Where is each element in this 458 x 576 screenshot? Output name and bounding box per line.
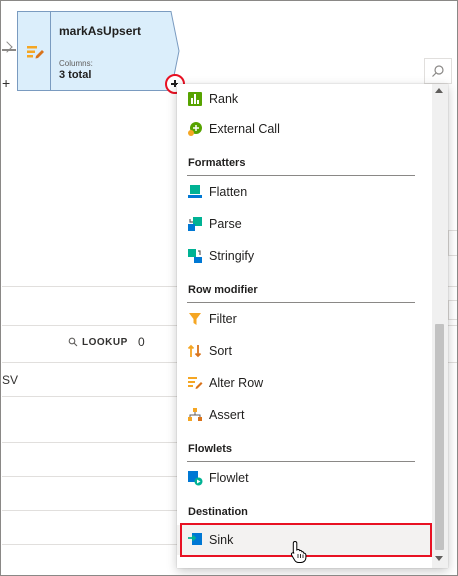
sort-icon xyxy=(187,344,202,358)
menu-item-assert[interactable]: Assert xyxy=(177,400,431,430)
menu-item-label: Sort xyxy=(209,344,232,358)
menu-item-filter[interactable]: Filter xyxy=(177,304,431,334)
add-transformation-menu: Rank External Call Formatters Flatten Pa… xyxy=(177,84,448,568)
menu-item-label: Rank xyxy=(209,92,239,106)
filter-icon xyxy=(189,313,201,325)
section-divider xyxy=(187,461,415,462)
node-columns-value: 3 total xyxy=(59,69,92,81)
menu-item-label: Flatten xyxy=(209,185,248,199)
node-title: markAsUpsert xyxy=(59,24,142,38)
table-row xyxy=(2,545,182,575)
scrollbar-thumb[interactable] xyxy=(435,324,444,550)
table-cell: SV xyxy=(2,373,19,387)
assert-icon xyxy=(188,408,202,421)
canvas-search-button[interactable] xyxy=(424,58,452,84)
menu-item-label: Stringify xyxy=(209,249,255,263)
stringify-icon xyxy=(188,249,202,263)
lookup-column-header[interactable]: LOOKUP xyxy=(68,337,128,348)
flatten-icon xyxy=(188,185,202,198)
hand-cursor-icon xyxy=(290,540,307,563)
section-flowlets: Flowlets xyxy=(188,443,233,455)
lookup-count: 0 xyxy=(138,335,145,349)
transformation-node-icon-box[interactable] xyxy=(17,11,50,91)
menu-item-alter-row[interactable]: Alter Row xyxy=(177,368,431,398)
scroll-up-arrow-icon[interactable] xyxy=(435,88,443,93)
table-row xyxy=(2,409,182,443)
menu-item-flowlet[interactable]: Flowlet xyxy=(177,463,431,493)
previous-add-icon[interactable]: + xyxy=(2,76,10,90)
menu-item-label: Parse xyxy=(209,217,242,231)
scroll-down-arrow-icon[interactable] xyxy=(435,556,443,561)
lookup-label: LOOKUP xyxy=(82,337,128,348)
transformation-node[interactable]: markAsUpsert Columns: 3 total xyxy=(50,11,180,91)
menu-item-label: Alter Row xyxy=(209,376,264,390)
menu-item-flatten[interactable]: Flatten xyxy=(177,177,431,207)
menu-item-parse[interactable]: Parse xyxy=(177,209,431,239)
search-icon xyxy=(432,65,444,77)
section-row-modifier: Row modifier xyxy=(188,284,258,296)
table-row: SV xyxy=(2,363,182,397)
table-row xyxy=(2,443,182,477)
section-formatters: Formatters xyxy=(188,157,246,169)
menu-item-label: Filter xyxy=(209,312,237,326)
external-call-icon xyxy=(188,122,202,136)
menu-item-rank[interactable]: Rank xyxy=(177,84,431,114)
canvas-zoom-button[interactable] xyxy=(448,230,457,256)
menu-item-sort[interactable]: Sort xyxy=(177,336,431,366)
section-destination: Destination xyxy=(188,506,248,518)
rank-icon xyxy=(188,92,202,106)
menu-item-stringify[interactable]: Stringify xyxy=(177,241,431,271)
flowlet-icon xyxy=(188,471,203,486)
alter-row-icon xyxy=(188,377,203,389)
search-icon xyxy=(68,338,78,347)
alter-row-icon xyxy=(27,46,44,59)
parse-icon xyxy=(188,217,202,231)
table-row xyxy=(2,511,182,545)
node-columns-label: Columns: xyxy=(59,59,93,68)
section-divider xyxy=(187,175,415,176)
section-divider xyxy=(187,302,415,303)
table-row xyxy=(2,477,182,511)
menu-item-label: Assert xyxy=(209,408,245,422)
menu-item-label: External Call xyxy=(209,122,280,136)
menu-scrollbar[interactable] xyxy=(432,84,448,568)
app-frame: + markAsUpsert Columns: 3 total LOOKUP 0… xyxy=(0,0,458,576)
menu-item-label: Flowlet xyxy=(209,471,249,485)
menu-item-external-call[interactable]: External Call xyxy=(177,114,431,144)
